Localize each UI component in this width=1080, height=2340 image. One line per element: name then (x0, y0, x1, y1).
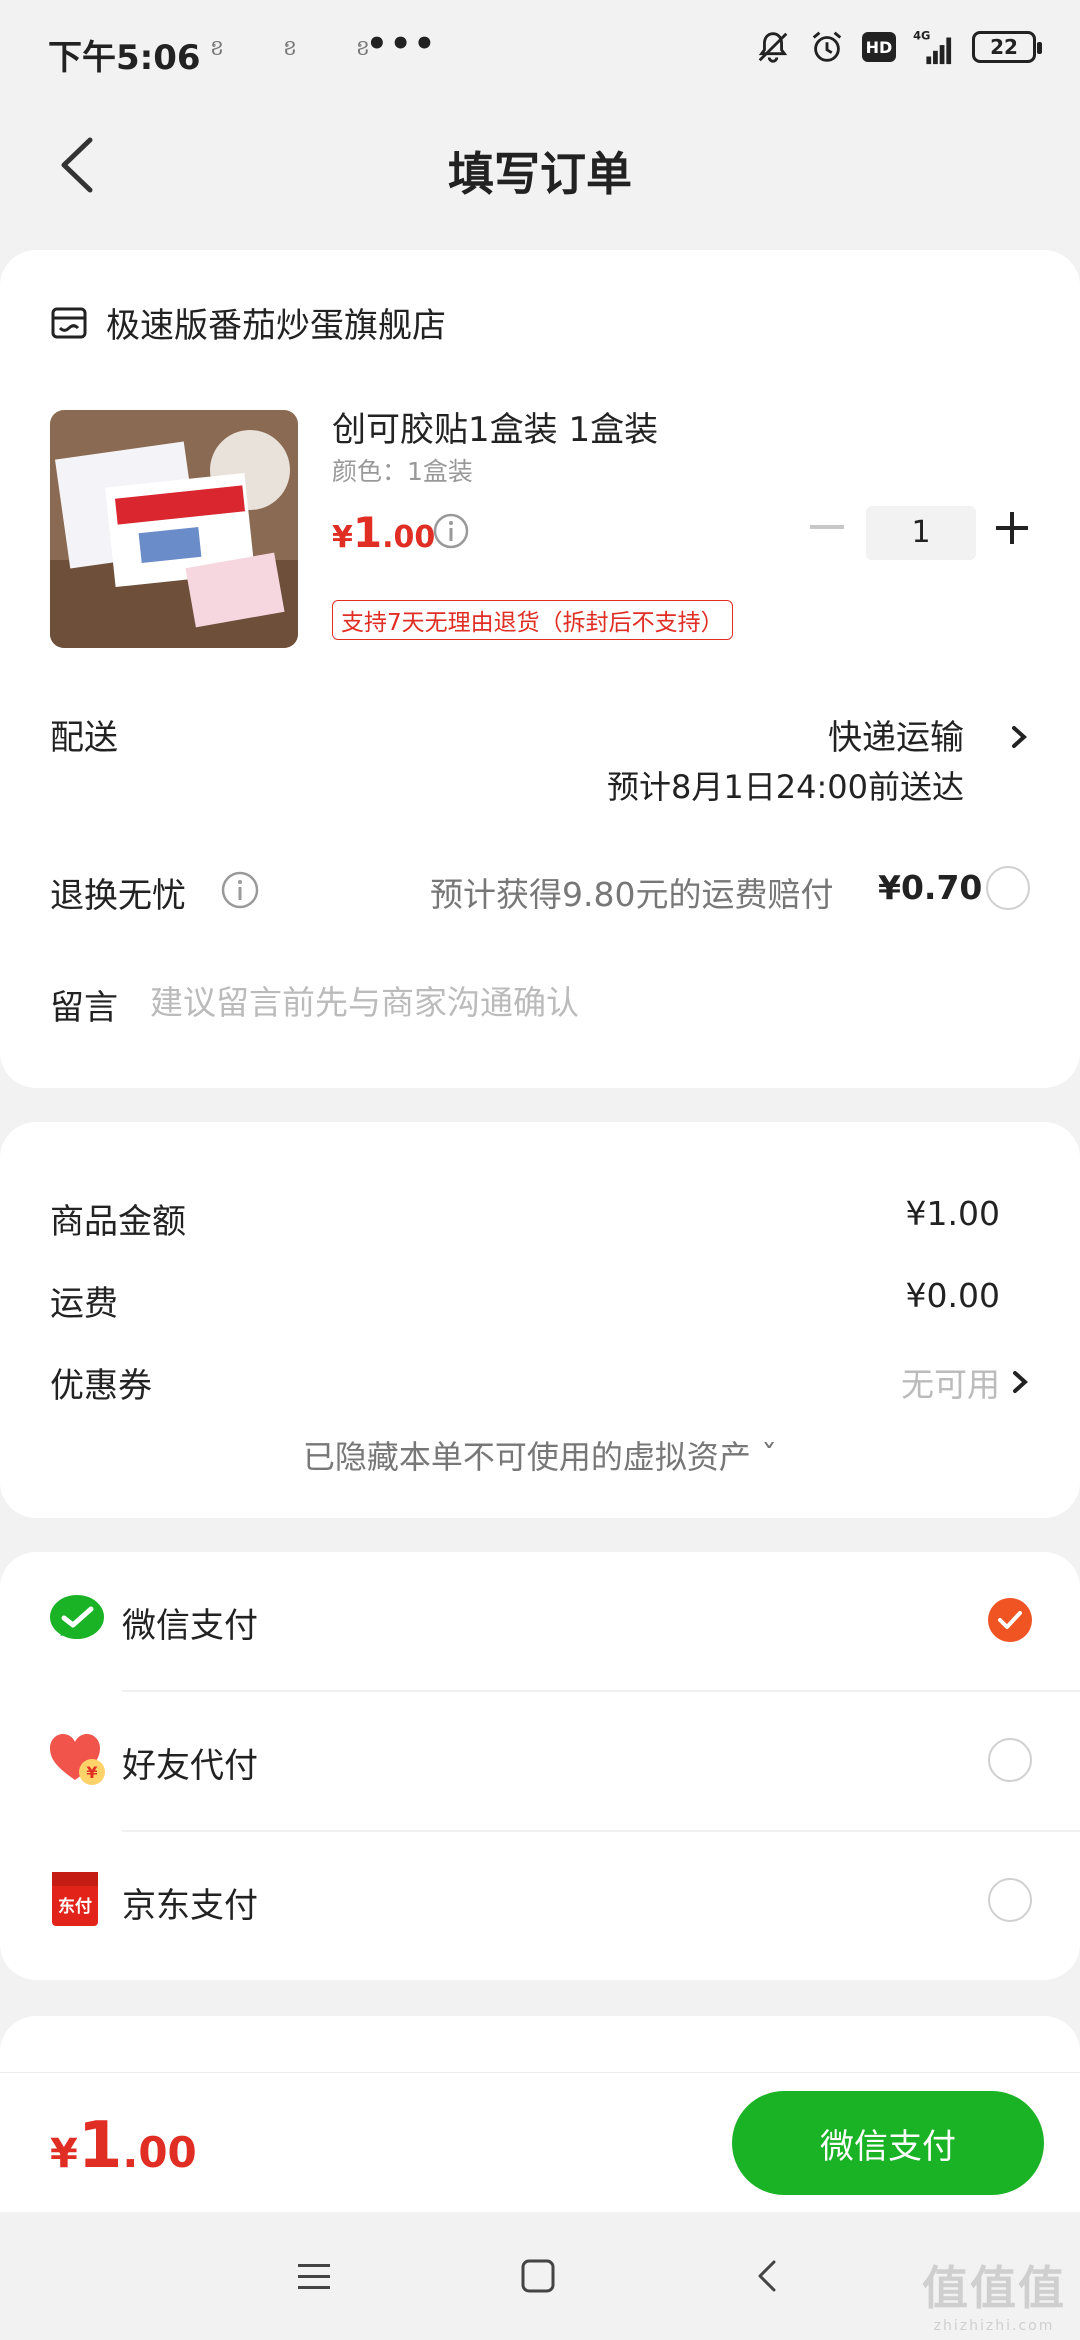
payment-option-friend[interactable]: ¥ 好友代付 (0, 1692, 1080, 1830)
quantity-value[interactable]: 1 (866, 506, 976, 560)
payment-methods-card: 微信支付 ¥ 好友代付 东付 京东支付 (0, 1552, 1080, 1980)
radio-unchecked[interactable] (988, 1878, 1032, 1922)
wechat-pay-icon (50, 1595, 104, 1639)
product-image[interactable] (50, 410, 298, 648)
svg-text:4G: 4G (913, 28, 930, 42)
coupon-value[interactable]: 无可用 (901, 1358, 1000, 1406)
status-icons: HD 4G 22 (754, 28, 1042, 66)
watermark-url: zhizhizhi.com (933, 2318, 1055, 2334)
hd-icon: HD (862, 32, 896, 62)
quantity-minus-button[interactable] (810, 525, 844, 533)
checkout-bar: ¥1.00 微信支付 (0, 2072, 1080, 2212)
friend-pay-badge: ¥ (86, 1763, 97, 1782)
total-integer: 1 (77, 2109, 123, 2183)
wechat-pay-button[interactable]: 微信支付 (732, 2091, 1044, 2195)
total-currency: ¥ (50, 2131, 78, 2177)
returns-price: ¥0.70 (878, 868, 983, 907)
price-summary-card: 商品金额 ¥1.00 运费 ¥0.00 优惠券 无可用 已隐藏本单不可使用的虚拟… (0, 1122, 1080, 1518)
signal-icon: 4G (913, 28, 952, 65)
back-nav-icon[interactable] (748, 2256, 788, 2296)
status-time: 下午5:06 (48, 38, 201, 78)
shipping-label: 运费 (50, 1284, 118, 1324)
message-input[interactable] (150, 978, 1010, 1026)
shop-row[interactable]: 极速版番茄炒蛋旗舰店 (50, 298, 446, 347)
returns-label: 退换无忧 (50, 876, 186, 916)
returns-description: 预计获得9.80元的运费赔付 (430, 875, 834, 914)
message-label: 留言 (50, 988, 118, 1028)
system-nav-bar (0, 2212, 1080, 2340)
jd-icon-text: 东付 (58, 1896, 92, 1917)
price-info-icon[interactable] (432, 512, 470, 550)
jd-pay-icon: 东付 (52, 1872, 98, 1926)
battery-icon: 22 (972, 31, 1042, 63)
price-integer: 1 (352, 508, 383, 557)
price-decimal: .00 (382, 520, 436, 555)
mute-bell-icon (758, 32, 788, 63)
product-price: ¥1.00 (332, 508, 435, 557)
delivery-label: 配送 (50, 718, 118, 758)
coupon-label: 优惠券 (50, 1366, 152, 1406)
checkmark-icon (998, 1611, 1022, 1629)
payment-option-jd[interactable]: 东付 京东支付 (0, 1832, 1080, 1970)
return-policy-badge: 支持7天无理由退货（拆封后不支持） (332, 600, 733, 640)
shop-icon (51, 307, 87, 338)
payment-label: 微信支付 (122, 1606, 258, 1646)
shop-name: 极速版番茄炒蛋旗舰店 (106, 306, 446, 346)
status-bar: 下午5:06 ខ ខ ខ ••• HD 4G 22 (0, 0, 1080, 100)
goods-amount-label: 商品金额 (50, 1202, 186, 1242)
page-title: 填写订单 (448, 147, 632, 201)
price-currency: ¥ (332, 520, 353, 555)
watermark: 值值值 zhizhizhi.com (922, 2252, 1066, 2334)
total-decimal: .00 (122, 2128, 197, 2177)
total-price: ¥1.00 (50, 2109, 197, 2183)
quantity-plus-button[interactable] (996, 512, 1028, 544)
order-card: 极速版番茄炒蛋旗舰店 创可胶贴1盒装 1盒装 颜色：1盒装 ¥1.00 1 支持… (0, 250, 1080, 1088)
friend-pay-icon: ¥ (50, 1734, 105, 1785)
chevron-right-icon[interactable] (1008, 720, 1032, 754)
shipping-value: ¥0.00 (905, 1276, 1000, 1315)
alarm-icon (812, 31, 842, 62)
goods-amount-value: ¥1.00 (905, 1194, 1000, 1233)
returns-info-icon[interactable] (220, 870, 260, 910)
product-title: 创可胶贴1盒装 1盒装 (332, 410, 659, 450)
returns-radio[interactable] (986, 866, 1030, 910)
product-variant: 颜色：1盒装 (332, 457, 473, 486)
more-notifications-icon: ••• (366, 24, 438, 64)
delivery-eta: 预计8月1日24:00前送达 (607, 768, 964, 806)
payment-option-wechat[interactable]: 微信支付 (0, 1552, 1080, 1690)
radio-unchecked[interactable] (988, 1738, 1032, 1782)
radio-checked[interactable] (988, 1598, 1032, 1642)
home-icon[interactable] (518, 2256, 558, 2296)
menu-icon[interactable] (294, 2256, 334, 2296)
watermark-logo: 值值值 (922, 2261, 1066, 2315)
payment-label: 好友代付 (122, 1746, 258, 1786)
delivery-method[interactable]: 快递运输 (828, 710, 964, 759)
payment-label: 京东支付 (122, 1886, 258, 1926)
hidden-assets-toggle[interactable]: 已隐藏本单不可使用的虚拟资产 ˇ (0, 1432, 1080, 1478)
chevron-right-icon[interactable] (1010, 1366, 1032, 1398)
nav-bar: 填写订单 (0, 100, 1080, 230)
